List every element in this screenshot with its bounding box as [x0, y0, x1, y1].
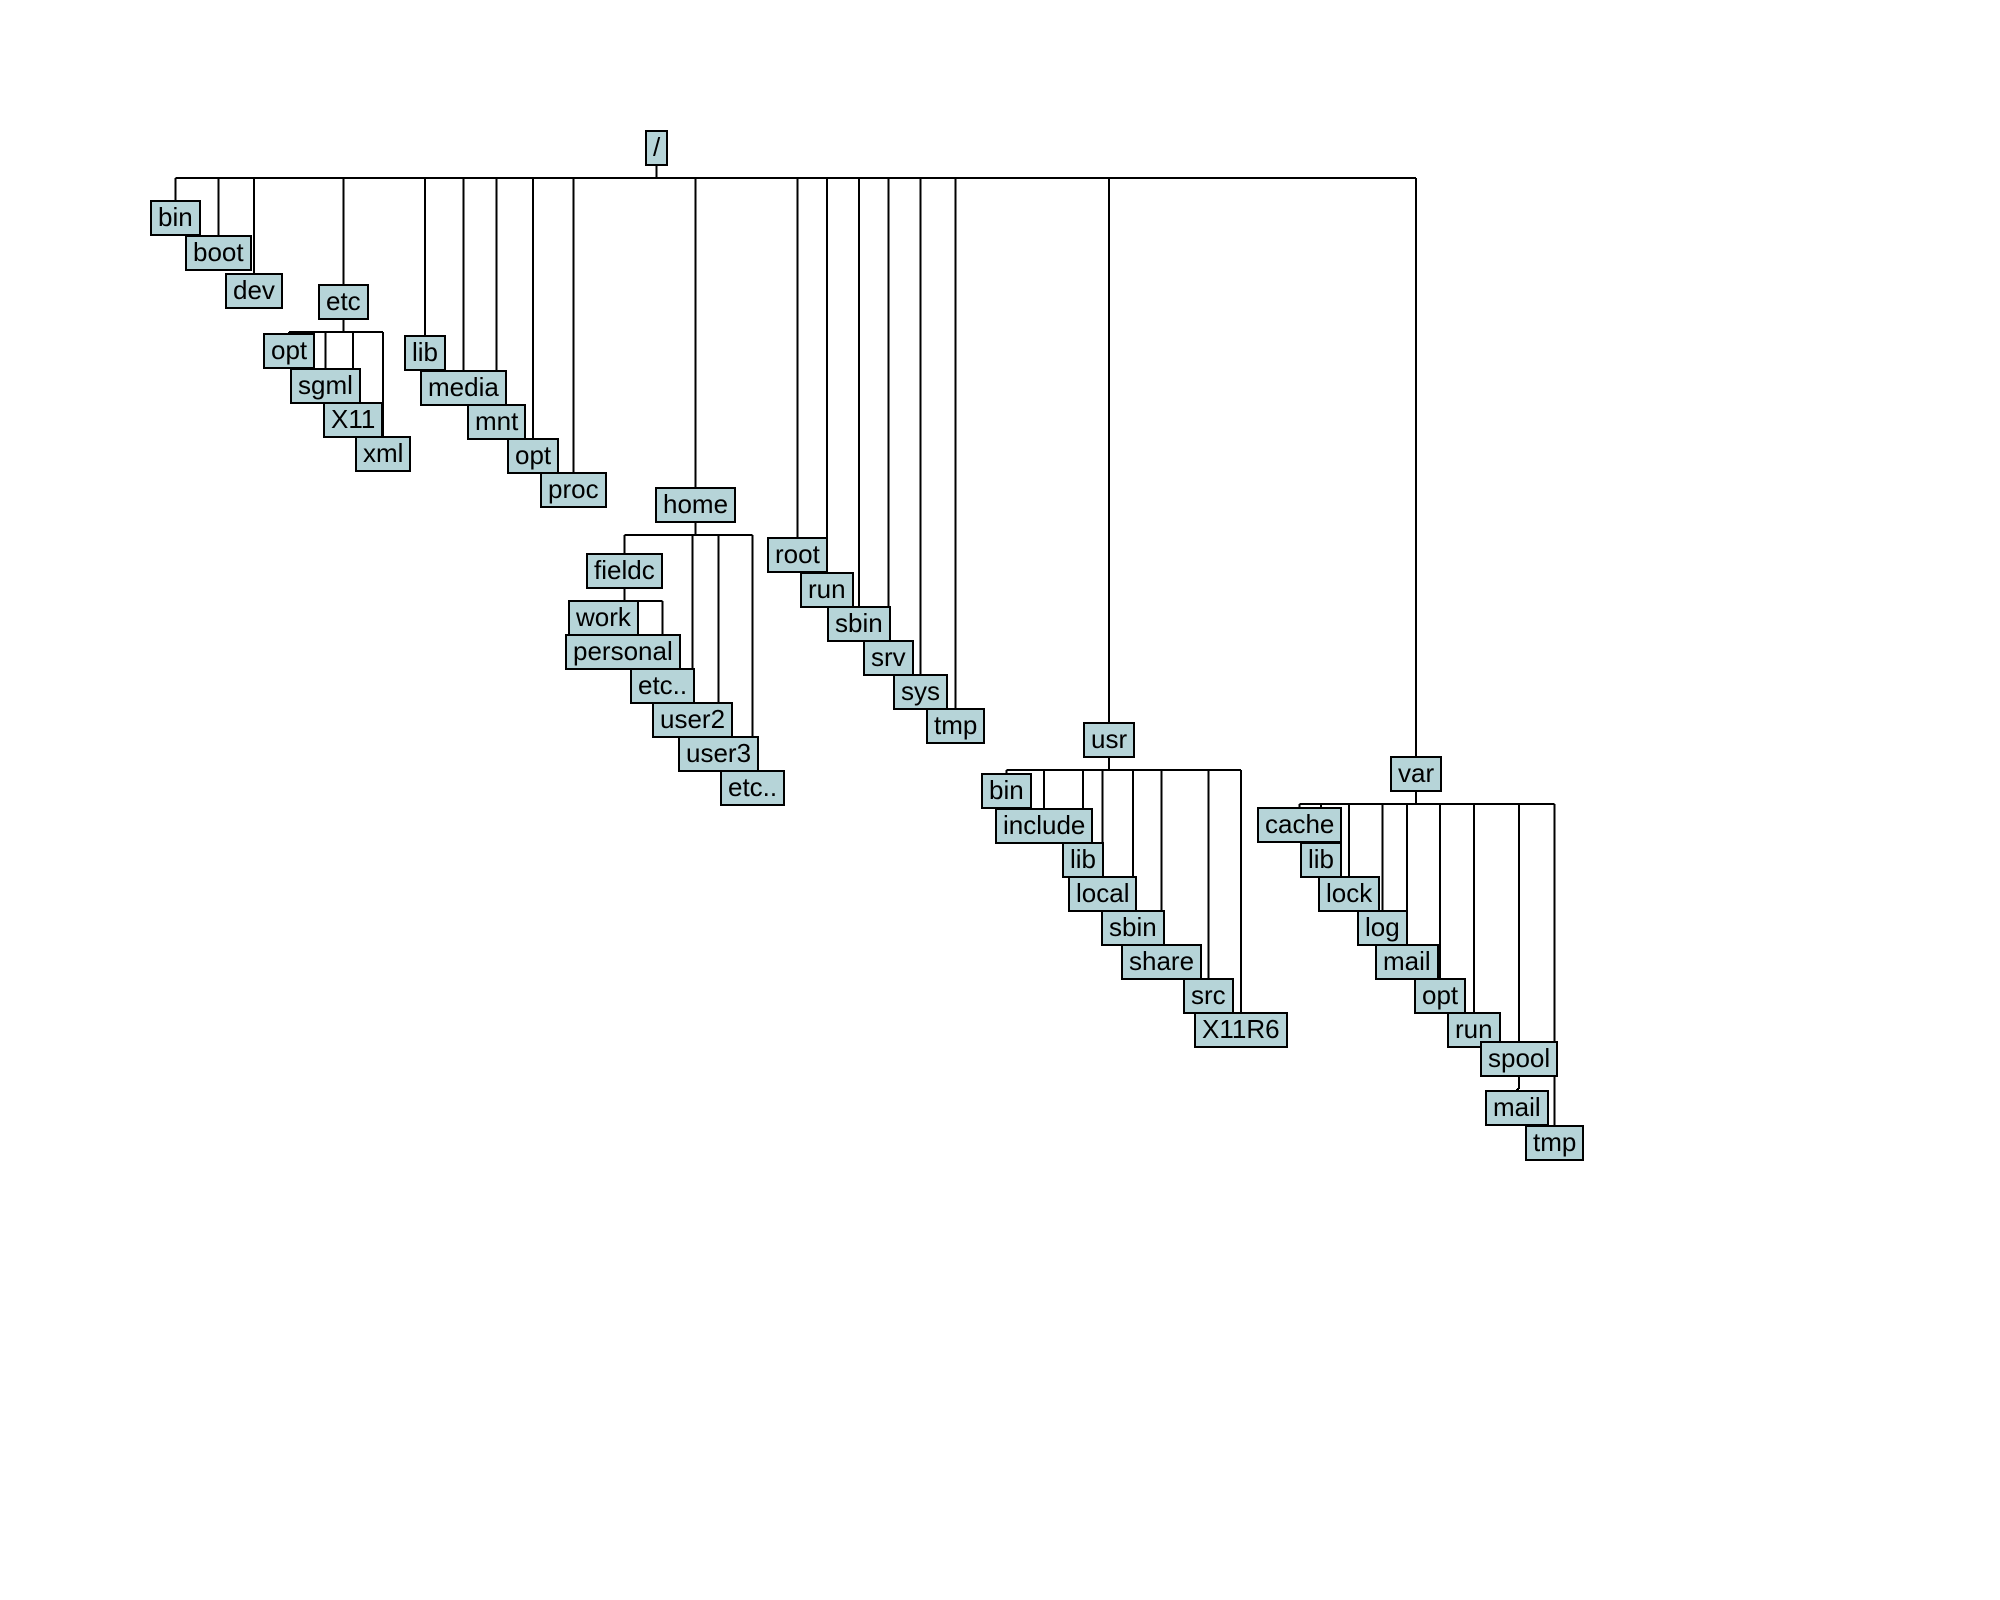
- tree-node-var-opt: opt: [1414, 978, 1466, 1014]
- tree-node-sys: sys: [893, 674, 948, 710]
- tree-node-run: run: [800, 572, 854, 608]
- tree-node-spool-mail: mail: [1485, 1090, 1549, 1126]
- tree-node-opt: opt: [507, 438, 559, 474]
- tree-node-var-lib: lib: [1300, 842, 1342, 878]
- tree-node-dev: dev: [225, 273, 283, 309]
- tree-node-var: var: [1390, 756, 1442, 792]
- tree-node-usr-x11r6: X11R6: [1194, 1012, 1288, 1048]
- tree-node-usr-src: src: [1183, 978, 1234, 1014]
- tree-node-home: home: [655, 487, 736, 523]
- tree-node-var-log: log: [1357, 910, 1408, 946]
- tree-node-usr-local: local: [1068, 876, 1137, 912]
- tree-node-var-spool: spool: [1480, 1041, 1558, 1077]
- tree-node-lib: lib: [404, 335, 446, 371]
- tree-node-etc-opt: opt: [263, 333, 315, 369]
- tree-node-usr-lib: lib: [1062, 842, 1104, 878]
- tree-node-usr-sbin: sbin: [1101, 910, 1165, 946]
- tree-node-usr: usr: [1083, 722, 1135, 758]
- tree-node-etc-x11: X11: [323, 402, 383, 438]
- tree-node-var-lock: lock: [1318, 876, 1380, 912]
- tree-node-etc-sgml: sgml: [290, 368, 361, 404]
- tree-node-etcdots2: etc..: [720, 770, 785, 806]
- tree-node-mnt: mnt: [467, 404, 526, 440]
- tree-node-fieldc: fieldc: [586, 553, 663, 589]
- tree-node-etc: etc: [318, 284, 369, 320]
- tree-node-sbin: sbin: [827, 606, 891, 642]
- tree-node-root-dir: root: [767, 537, 828, 573]
- tree-node-personal: personal: [565, 634, 681, 670]
- tree-node-bin: bin: [150, 200, 201, 236]
- tree-node-usr-include: include: [995, 808, 1093, 844]
- tree-node-user3: user3: [678, 736, 759, 772]
- tree-node-work: work: [568, 600, 639, 636]
- tree-node-etc-xml: xml: [355, 436, 411, 472]
- tree-node-root: /: [645, 130, 668, 166]
- tree-node-user2: user2: [652, 702, 733, 738]
- tree-node-boot: boot: [185, 235, 252, 271]
- tree-node-etcdots1: etc..: [630, 668, 695, 704]
- tree-node-var-mail: mail: [1375, 944, 1439, 980]
- tree-node-tmp: tmp: [926, 708, 985, 744]
- tree-node-proc: proc: [540, 472, 607, 508]
- tree-node-usr-share: share: [1121, 944, 1202, 980]
- tree-node-srv: srv: [863, 640, 914, 676]
- tree-node-var-cache: cache: [1257, 807, 1342, 843]
- tree-node-usr-bin: bin: [981, 773, 1032, 809]
- tree-node-var-tmp: tmp: [1525, 1125, 1584, 1161]
- filesystem-tree-diagram: /binbootdevetcoptsgmlX11xmllibmediamntop…: [0, 0, 2000, 1600]
- tree-node-media: media: [420, 370, 507, 406]
